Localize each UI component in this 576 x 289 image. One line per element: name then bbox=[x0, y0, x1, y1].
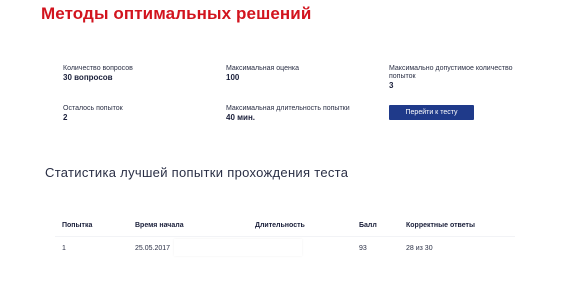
max-duration-label: Максимальная длительность попытки bbox=[226, 105, 350, 112]
table-row-divider bbox=[55, 236, 515, 237]
redacted-duration-cell bbox=[174, 239, 302, 256]
stats-title: Статистика лучшей попытки прохождения те… bbox=[45, 165, 349, 180]
cell-correct-answers: 28 из 30 bbox=[406, 245, 433, 252]
max-score-label: Максимальная оценка bbox=[226, 65, 299, 72]
col-header-start-time: Время начала bbox=[135, 222, 184, 229]
go-to-test-button[interactable]: Перейти к тесту bbox=[389, 105, 474, 120]
page-title: Методы оптимальных решений bbox=[41, 4, 312, 23]
cell-start-time: 25.05.2017 bbox=[135, 245, 171, 252]
cell-score: 93 bbox=[359, 245, 367, 252]
col-header-correct-answers: Корректные ответы bbox=[406, 222, 475, 229]
attempts-left-value: 2 bbox=[63, 113, 68, 122]
col-header-attempt: Попытка bbox=[62, 222, 93, 229]
questions-count-value: 30 вопросов bbox=[63, 73, 113, 82]
max-attempts-value: 3 bbox=[389, 81, 394, 90]
max-score-value: 100 bbox=[226, 73, 240, 82]
attempts-left-label: Осталось попыток bbox=[63, 105, 123, 112]
max-duration-value: 40 мин. bbox=[226, 113, 256, 122]
col-header-duration: Длительность bbox=[255, 222, 305, 229]
cell-attempt: 1 bbox=[62, 245, 66, 252]
questions-count-label: Количество вопросов bbox=[63, 65, 133, 72]
col-header-score: Балл bbox=[359, 222, 377, 229]
max-attempts-label: Максимально допустимое количество попыто… bbox=[389, 65, 513, 80]
